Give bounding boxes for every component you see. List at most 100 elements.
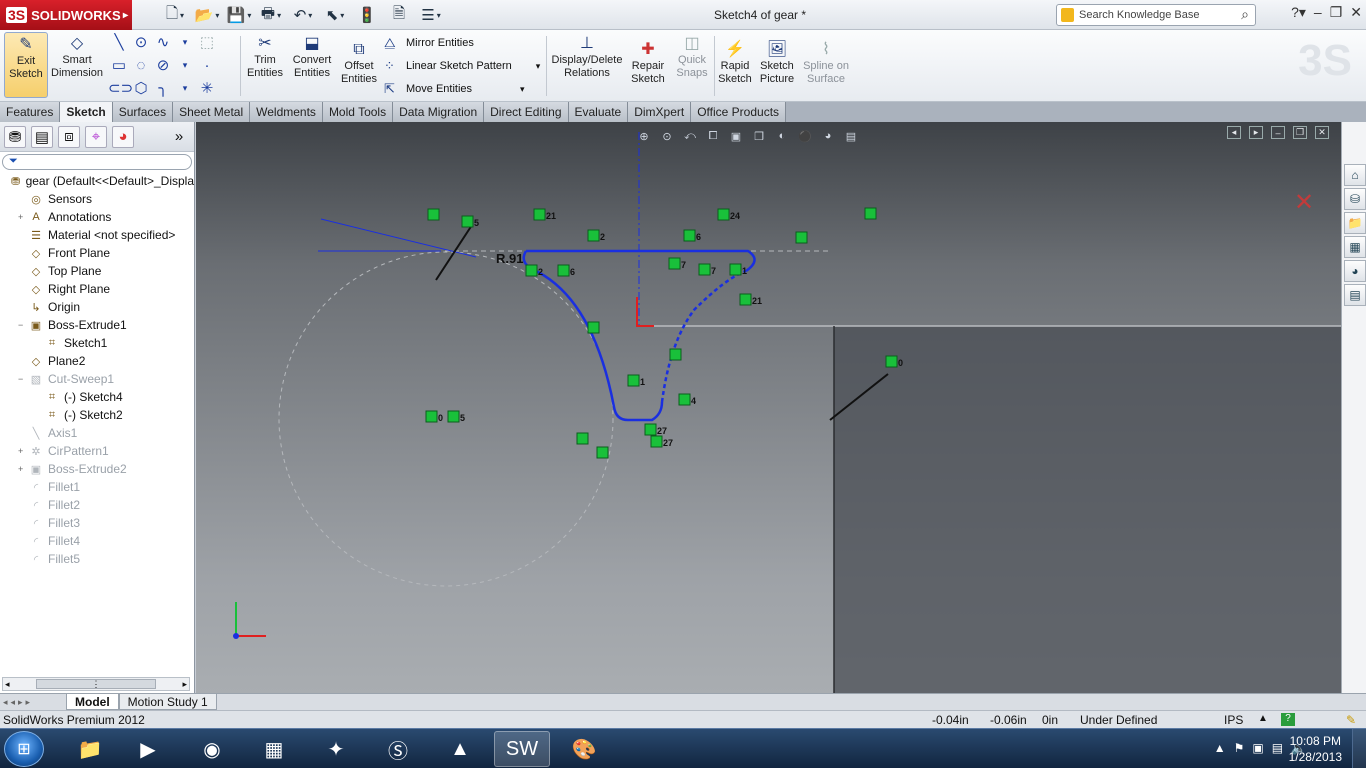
dimxpert-manager-icon[interactable]: ⌖ [85,125,107,148]
solidworks-resources-icon[interactable]: ⌂ [1344,164,1366,186]
tree-item[interactable]: + ✲ CirPattern1 [2,442,194,460]
relation-marker[interactable] [864,207,877,220]
search-knowledge-base-input[interactable]: Search Knowledge Base ⌕ [1056,4,1256,26]
tree-item[interactable]: ◎ Sensors [2,190,194,208]
relation-marker[interactable] [795,231,808,244]
zoom-to-fit-icon[interactable]: ⊕ [636,128,652,144]
relation-marker[interactable]: 21 [739,293,762,306]
relation-marker[interactable]: 21 [533,208,556,221]
relation-marker[interactable]: 1 [627,374,645,387]
tree-item[interactable]: ◜ Fillet3 [2,514,194,532]
spline-icon[interactable]: ∿ [152,34,174,51]
relation-marker[interactable]: 27 [644,423,667,436]
tab-mold-tools[interactable]: Mold Tools [322,102,394,122]
relation-marker[interactable] [596,446,609,459]
tree-item[interactable]: ◜ Fillet5 [2,550,194,568]
app-plugin-icon[interactable]: ✦ [308,731,364,767]
scroll-thumb[interactable]: ⋮ [36,679,156,689]
circle-icon[interactable]: ⊙ [130,34,152,51]
offset-entities-button[interactable]: ⧉ Offset Entities [338,40,380,86]
unit-system[interactable]: IPS [1224,713,1243,727]
undo-icon[interactable]: ↶ ▾ [288,4,318,26]
relation-marker[interactable]: 6 [683,229,701,242]
tab-scroll-arrows-icon[interactable]: ◂◂▸▸ [0,697,66,708]
relation-marker[interactable]: 6 [557,264,575,277]
tree-item[interactable]: ◜ Fillet4 [2,532,194,550]
custom-properties-icon[interactable]: ▤ [1344,284,1366,306]
save-icon[interactable]: 💾 ▾ [224,4,254,26]
relation-marker[interactable]: 2 [525,264,543,277]
relation-marker[interactable]: 24 [717,208,740,221]
feature-tree-icon[interactable]: ⛃ [4,125,26,148]
design-library-icon[interactable]: ⛁ [1344,188,1366,210]
tray-expand-icon[interactable]: ▲ [1214,741,1226,755]
help-icon[interactable]: ?▾ [1291,4,1306,21]
apply-scene-icon[interactable]: ▤ [843,128,859,144]
quick-snaps-button[interactable]: ◫ Quick Snaps [672,34,712,80]
rebuild-traffic-light-icon[interactable]: 🚦 [352,4,382,26]
ellipse-icon[interactable]: ⊘ [152,57,174,74]
edit-appearance-icon[interactable]: ◕ [820,128,836,144]
scroll-right-icon[interactable]: ▸ [182,679,187,690]
scroll-left-icon[interactable]: ◂ [5,679,10,690]
relation-marker[interactable]: 0 [885,355,903,368]
relation-marker[interactable]: 5 [447,410,465,423]
linear-sketch-pattern-button[interactable]: ⁘ Linear Sketch Pattern ▾ [384,57,540,75]
dropdown-icon[interactable]: ▾ [536,61,541,72]
file-properties-icon[interactable]: 🗎 [384,4,414,26]
dropdown-icon[interactable]: ▾ [174,57,196,74]
notification-icon[interactable]: ✎ [1346,713,1356,727]
tree-item[interactable]: + A Annotations [2,208,194,226]
tab-motion-study[interactable]: Motion Study 1 [118,694,217,710]
tree-item[interactable]: ◇ Front Plane [2,244,194,262]
select-arrow-icon[interactable]: ⬉ ▾ [320,4,350,26]
point-icon[interactable]: ✳ [196,80,218,97]
relation-marker[interactable]: 0 [425,410,443,423]
close-icon[interactable]: ✕ [1350,4,1362,21]
paint-icon[interactable]: 🎨 [556,731,612,767]
skype-icon[interactable]: Ⓢ [370,731,426,767]
view-orientation-icon[interactable]: ❒ [751,128,767,144]
viewport-restore-icon[interactable]: ❐ [1293,126,1307,139]
relation-marker[interactable]: 4 [678,393,696,406]
repair-sketch-button[interactable]: ✚ Repair Sketch [628,40,668,86]
graphics-area[interactable]: R.91 ✕ 5 21 2 24 6 2 6 7 7 1 21 1 0 5 4 27 27 0 ⊕ ⊙ ⤺ ⧠ ▣… [196,122,1341,693]
tree-item[interactable]: ⌗ (-) Sketch4 [2,388,194,406]
display-manager-icon[interactable]: ◕ [112,125,134,148]
relation-marker[interactable]: 7 [698,263,716,276]
tree-item[interactable]: ◇ Plane2 [2,352,194,370]
expander-icon[interactable]: + [18,212,28,222]
options-icon[interactable]: ☰ ▾ [416,4,446,26]
new-document-icon[interactable]: 🗋 ▾ [160,4,190,26]
tab-dimxpert[interactable]: DimXpert [628,102,692,122]
expander-icon[interactable]: − [18,320,28,330]
tree-item[interactable]: ◜ Fillet2 [2,496,194,514]
view-palette-icon[interactable]: ▦ [1344,236,1366,258]
relation-marker[interactable]: 5 [461,215,479,228]
tab-model[interactable]: Model [66,694,119,710]
slot-icon[interactable]: ⊂⊃ [108,80,133,97]
relation-marker[interactable] [587,321,600,334]
relation-marker[interactable] [576,432,589,445]
device-icon[interactable]: ▣ [1252,741,1263,755]
viewport-minimize-icon[interactable]: – [1271,126,1285,139]
zoom-to-area-icon[interactable]: ⊙ [659,128,675,144]
section-view-icon[interactable]: ⧠ [705,128,721,144]
relation-marker[interactable]: 27 [650,435,673,448]
tree-item[interactable]: ↳ Origin [2,298,194,316]
tree-item[interactable]: − ▣ Boss-Extrude1 [2,316,194,334]
trim-entities-button[interactable]: ✂ Trim Entities [244,34,286,80]
relation-marker[interactable] [427,208,440,221]
explorer-icon[interactable]: 📁 [62,731,118,767]
display-delete-relations-button[interactable]: ⊥ Display/Delete Relations [550,34,624,80]
clock[interactable]: 10:08 PM 1/28/2013 [1289,733,1342,765]
open-folder-icon[interactable]: 📂 ▾ [192,4,222,26]
tree-item[interactable]: − ▧ Cut-Sweep1 [2,370,194,388]
tree-item[interactable]: ◜ Fillet1 [2,478,194,496]
dynamic-annotation-icon[interactable]: ▣ [728,128,744,144]
previous-view-icon[interactable]: ⤺ [682,128,698,144]
tree-item[interactable]: ╲ Axis1 [2,424,194,442]
hide-show-icon[interactable]: ⚫ [797,128,813,144]
relation-marker[interactable] [669,348,682,361]
viewport-close-icon[interactable]: ✕ [1315,126,1329,139]
